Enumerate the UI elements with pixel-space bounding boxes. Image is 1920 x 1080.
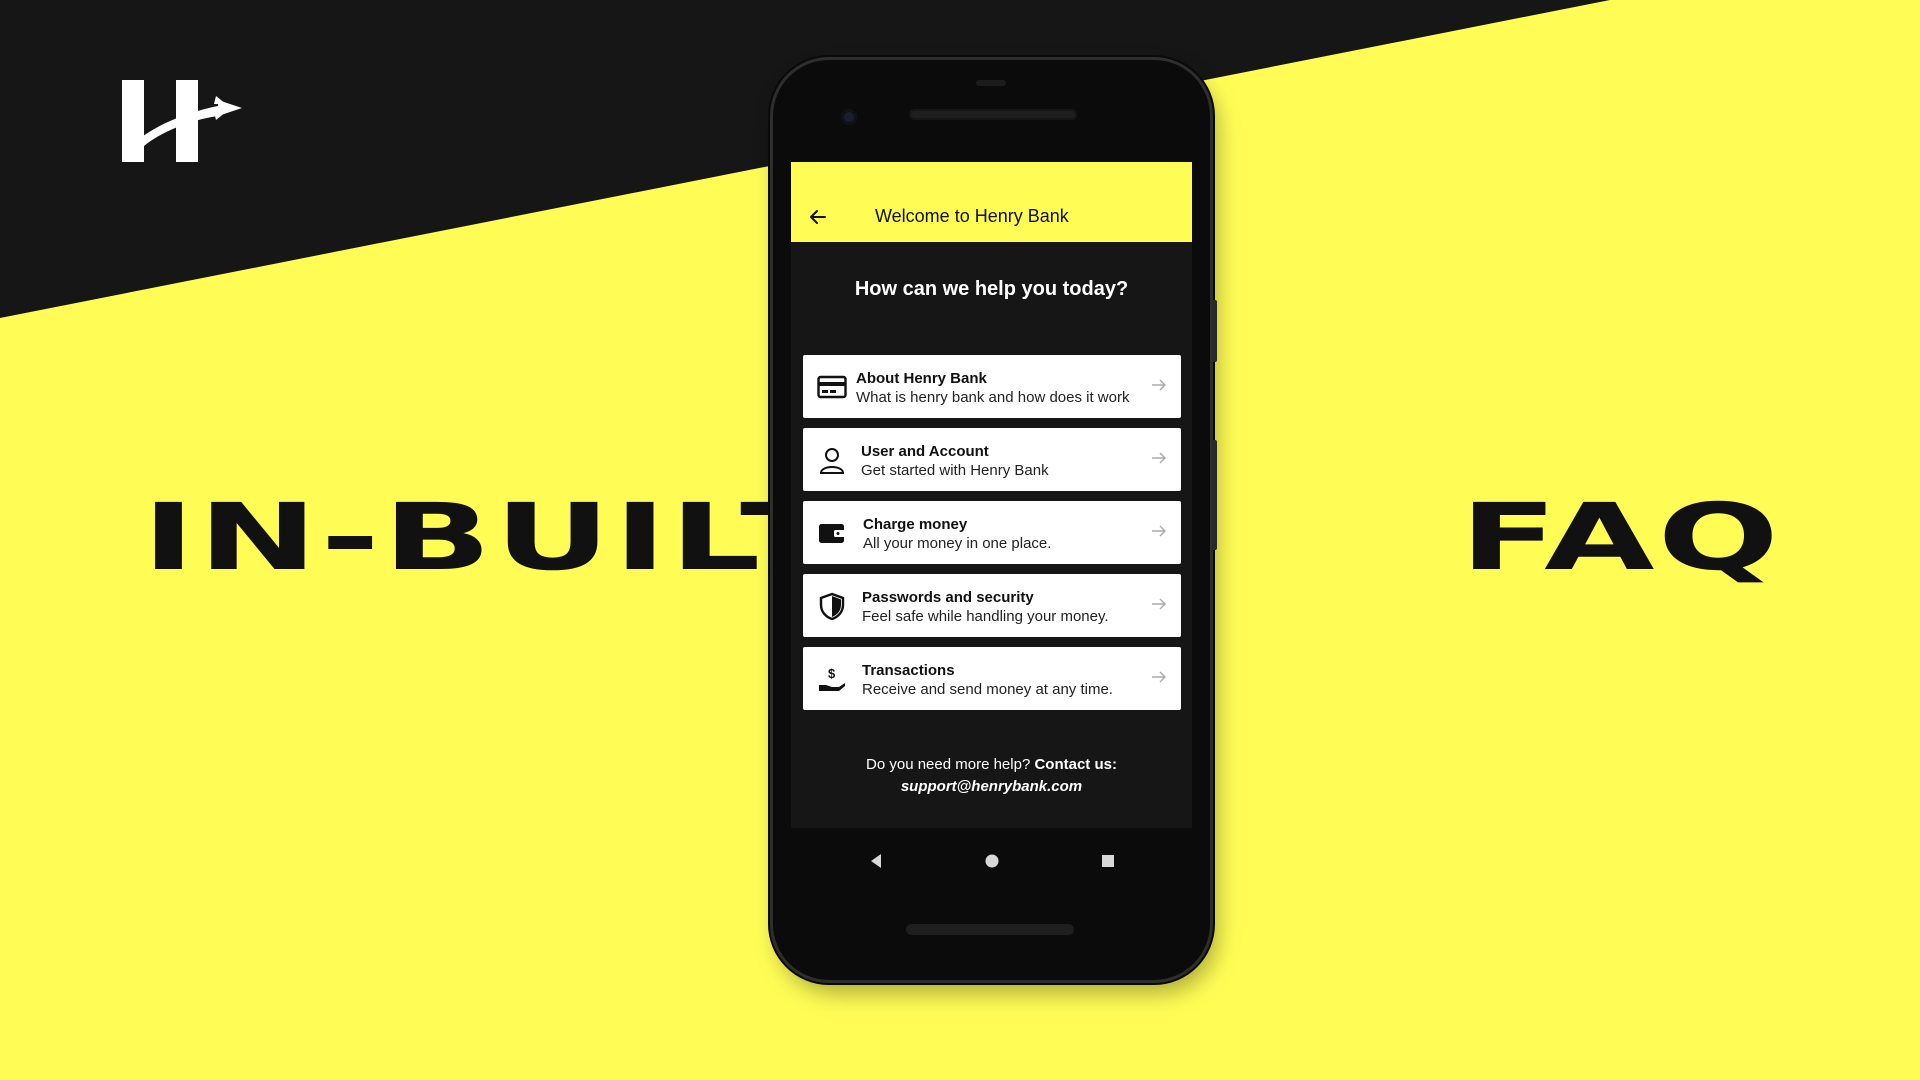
- footer-prefix: Do you need more help?: [866, 756, 1031, 773]
- contact-label: Contact us:: [1034, 756, 1117, 773]
- faq-item-title: User and Account: [861, 443, 989, 460]
- phone-top-notch: [976, 80, 1006, 86]
- henry-bank-logo-icon: [122, 80, 242, 162]
- app-title: Welcome to Henry Bank: [875, 206, 1069, 226]
- faq-item-about[interactable]: About Henry Bank What is henry bank and …: [803, 355, 1181, 418]
- faq-item-subtitle: Feel safe while handling your money.: [862, 608, 1109, 625]
- faq-item-title: Transactions: [862, 662, 955, 679]
- support-email-link[interactable]: support@henrybank.com: [901, 778, 1082, 795]
- arrow-right-icon: [1152, 671, 1166, 683]
- arrow-right-icon: [1152, 598, 1166, 610]
- arrow-right-icon: [1152, 452, 1166, 464]
- faq-item-charge-money[interactable]: Charge money All your money in one place…: [803, 501, 1181, 564]
- dollar-hand-icon: $: [817, 665, 847, 693]
- faq-item-transactions[interactable]: $ Transactions Receive and send money at…: [803, 647, 1181, 710]
- faq-item-subtitle: Receive and send money at any time.: [862, 681, 1113, 698]
- nav-back-icon[interactable]: [865, 850, 887, 872]
- faq-item-user-account[interactable]: User and Account Get started with Henry …: [803, 428, 1181, 491]
- shield-icon: [817, 592, 847, 621]
- faq-list: About Henry Bank What is henry bank and …: [803, 355, 1181, 720]
- android-nav-bar: [791, 828, 1192, 892]
- user-icon: [817, 446, 847, 474]
- camera-icon: [841, 109, 857, 125]
- faq-item-title: Passwords and security: [862, 589, 1034, 606]
- phone-speaker: [909, 109, 1077, 120]
- nav-recents-icon[interactable]: [1097, 850, 1119, 872]
- phone-bottom-speaker: [906, 924, 1074, 935]
- faq-item-passwords-security[interactable]: Passwords and security Feel safe while h…: [803, 574, 1181, 637]
- faq-item-title: Charge money: [863, 516, 968, 533]
- arrow-right-icon: [1152, 525, 1166, 537]
- phone-volume-button: [1212, 440, 1217, 550]
- faq-item-title: About Henry Bank: [856, 370, 987, 387]
- promo-text-right: FAQ: [1460, 484, 1782, 591]
- help-footer: Do you need more help? Contact us: suppo…: [791, 754, 1192, 798]
- card-icon: [817, 373, 847, 401]
- app-bar: Welcome to Henry Bank: [791, 162, 1192, 242]
- back-arrow-icon[interactable]: [803, 202, 833, 232]
- phone-screen: Welcome to Henry Bank How can we help yo…: [791, 162, 1192, 892]
- faq-item-subtitle: Get started with Henry Bank: [861, 462, 1049, 479]
- svg-text:$: $: [828, 666, 836, 681]
- faq-item-subtitle: What is henry bank and how does it work: [856, 389, 1130, 406]
- nav-home-icon[interactable]: [981, 850, 1003, 872]
- faq-item-subtitle: All your money in one place.: [863, 535, 1052, 552]
- wallet-icon: [817, 519, 847, 547]
- arrow-right-icon: [1152, 379, 1166, 391]
- help-heading: How can we help you today?: [854, 278, 1129, 300]
- promo-text-left: IN-BUILT: [142, 484, 841, 591]
- phone-power-button: [1212, 300, 1217, 362]
- phone-device: Welcome to Henry Bank How can we help yo…: [773, 60, 1217, 980]
